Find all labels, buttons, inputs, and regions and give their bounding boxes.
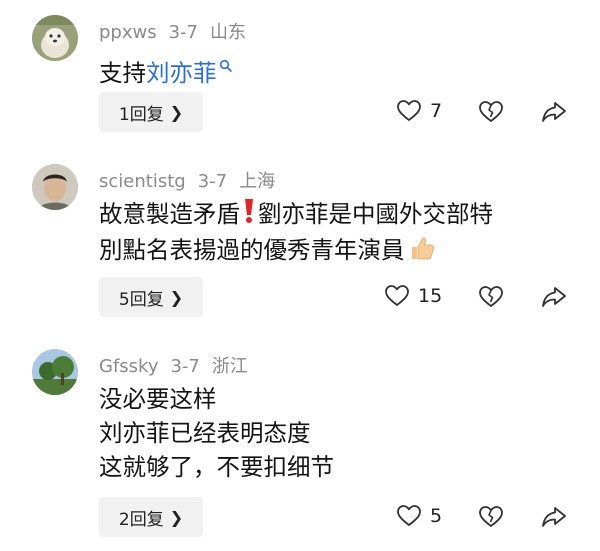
reply-count-button[interactable]: 2回复 ❯: [99, 497, 203, 537]
heart-outline-icon: [385, 285, 409, 306]
broken-heart-icon[interactable]: [478, 505, 504, 529]
mention-link[interactable]: 刘亦菲: [146, 59, 217, 87]
comment-location: 上海: [239, 171, 276, 192]
heart-outline-icon: [397, 505, 421, 526]
like-button[interactable]: 15: [384, 284, 442, 308]
thumbs-up-icon: [408, 234, 436, 271]
chevron-right-icon: ❯: [169, 507, 184, 527]
share-arrow-icon[interactable]: [541, 100, 567, 124]
reply-count-label: 2回复: [118, 509, 164, 530]
avatar[interactable]: [32, 349, 78, 395]
comment-line-part: 劉亦菲是中國外交部特: [258, 200, 493, 228]
chevron-right-icon: ❯: [169, 287, 184, 307]
reply-count-label: 5回复: [118, 289, 164, 310]
comment-date: 3-7: [197, 171, 228, 192]
heart-outline-icon: [397, 100, 421, 121]
broken-heart-icon[interactable]: [478, 285, 504, 309]
username[interactable]: scientistg: [99, 171, 186, 192]
avatar[interactable]: [32, 15, 78, 61]
comment-text: 支持刘亦菲: [99, 48, 233, 90]
comment-date: 3-7: [168, 22, 199, 43]
comment-line: 没必要这样: [99, 385, 217, 413]
comment-location: 山东: [210, 22, 247, 43]
comment-item: Gfssky 3-7 浙江 没必要这样 刘亦菲已经表明态度 这就够了，不要扣细节 2…: [0, 335, 600, 551]
comment-line: 別點名表揚過的優秀青年演員: [99, 233, 493, 271]
like-count: 5: [430, 505, 443, 527]
reply-count-button[interactable]: 1回复 ❯: [99, 92, 203, 132]
like-count: 7: [430, 100, 443, 122]
red-exclamation-icon: [243, 198, 255, 233]
comment-meta: Gfssky 3-7 浙江: [99, 352, 260, 378]
username[interactable]: ppxws: [99, 22, 157, 43]
comment-line: 这就够了，不要扣细节: [99, 453, 334, 481]
chevron-right-icon: ❯: [169, 102, 184, 122]
like-button[interactable]: 5: [396, 504, 442, 528]
comment-date: 3-7: [170, 356, 200, 377]
comment-line: 刘亦菲已经表明态度: [99, 419, 311, 447]
comment-text: 故意製造矛盾 劉亦菲是中國外交部特 別點名表揚過的優秀青年演員: [99, 197, 493, 271]
reply-count-button[interactable]: 5回复 ❯: [99, 277, 203, 317]
like-button[interactable]: 7: [396, 99, 442, 123]
share-arrow-icon[interactable]: [541, 285, 567, 309]
comment-location: 浙江: [211, 356, 248, 377]
comment-line: 故意製造矛盾 劉亦菲是中國外交部特: [99, 197, 493, 233]
avatar[interactable]: [32, 164, 78, 210]
broken-heart-icon[interactable]: [478, 100, 504, 124]
comment-meta: ppxws 3-7 山东: [99, 18, 258, 44]
share-arrow-icon[interactable]: [541, 505, 567, 529]
search-icon[interactable]: [219, 48, 233, 82]
comment-line-part: 故意製造矛盾: [99, 200, 240, 228]
username[interactable]: Gfssky: [99, 356, 158, 377]
comment-line-part: 別點名表揚過的優秀青年演員: [99, 236, 405, 264]
comment-item: scientistg 3-7 上海 故意製造矛盾 劉亦菲是中國外交部特 別點名表揚過的…: [0, 150, 600, 335]
comment-meta: scientistg 3-7 上海: [99, 167, 287, 193]
comment-text: 没必要这样 刘亦菲已经表明态度 这就够了，不要扣细节: [99, 382, 334, 484]
reply-count-label: 1回复: [118, 104, 164, 125]
comment-item: ppxws 3-7 山东 支持刘亦菲 1回复 ❯ 7: [0, 0, 600, 150]
like-count: 15: [418, 285, 443, 307]
comment-text-prefix: 支持: [99, 59, 146, 87]
